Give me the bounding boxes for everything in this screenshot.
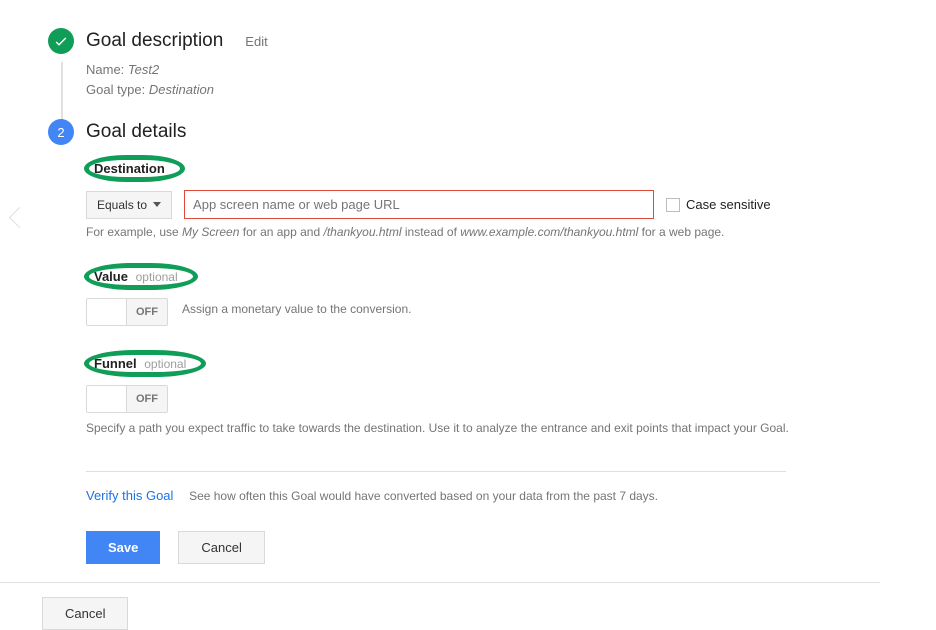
toggle-off-label: OFF: [127, 386, 167, 412]
step2-title: Goal details: [86, 121, 186, 143]
name-label: Name:: [86, 62, 124, 77]
annotation-circle-icon: Destination: [86, 157, 183, 180]
edit-link[interactable]: Edit: [245, 34, 267, 49]
checkmark-icon: [48, 28, 74, 54]
save-button[interactable]: Save: [86, 531, 160, 564]
type-value: Destination: [149, 82, 214, 97]
chevron-down-icon: [153, 202, 161, 207]
value-description: Assign a monetary value to the conversio…: [182, 302, 411, 316]
verify-goal-link[interactable]: Verify this Goal: [86, 488, 173, 503]
type-label: Goal type:: [86, 82, 145, 97]
step-goal-details: 2 Goal details Destination Equals to Cas…: [48, 119, 936, 564]
toggle-knob: [87, 299, 127, 325]
verify-description: See how often this Goal would have conve…: [189, 489, 658, 503]
value-heading: Value: [94, 269, 128, 284]
verify-row: Verify this Goal See how often this Goal…: [86, 488, 936, 503]
step1-title: Goal description: [86, 30, 223, 52]
destination-input[interactable]: [184, 190, 654, 219]
step-goal-description: Goal description Edit Name: Test2 Goal t…: [48, 28, 936, 99]
funnel-heading: Funnel: [94, 356, 137, 371]
case-sensitive-label: Case sensitive: [686, 197, 771, 212]
cancel-button[interactable]: Cancel: [178, 531, 264, 564]
checkbox-icon: [666, 198, 680, 212]
funnel-toggle[interactable]: OFF: [86, 385, 168, 413]
panel-pointer-icon: [12, 210, 28, 234]
page-cancel-button[interactable]: Cancel: [42, 597, 128, 630]
separator: [86, 471, 786, 472]
match-type-label: Equals to: [97, 198, 147, 212]
step1-summary: Name: Test2 Goal type: Destination: [86, 60, 936, 99]
destination-help: For example, use My Screen for an app an…: [86, 225, 936, 239]
annotation-circle-icon: Value optional: [86, 265, 196, 288]
name-value: Test2: [128, 62, 159, 77]
destination-heading: Destination: [94, 161, 165, 176]
toggle-off-label: OFF: [127, 299, 167, 325]
step2-badge: 2: [48, 119, 74, 145]
funnel-optional: optional: [144, 357, 186, 371]
annotation-circle-icon: Funnel optional: [86, 352, 204, 375]
funnel-description: Specify a path you expect traffic to tak…: [86, 419, 866, 437]
match-type-dropdown[interactable]: Equals to: [86, 191, 172, 219]
case-sensitive-toggle[interactable]: Case sensitive: [666, 197, 771, 213]
bottom-separator: [0, 582, 880, 583]
value-toggle[interactable]: OFF: [86, 298, 168, 326]
toggle-knob: [87, 386, 127, 412]
value-optional: optional: [136, 270, 178, 284]
